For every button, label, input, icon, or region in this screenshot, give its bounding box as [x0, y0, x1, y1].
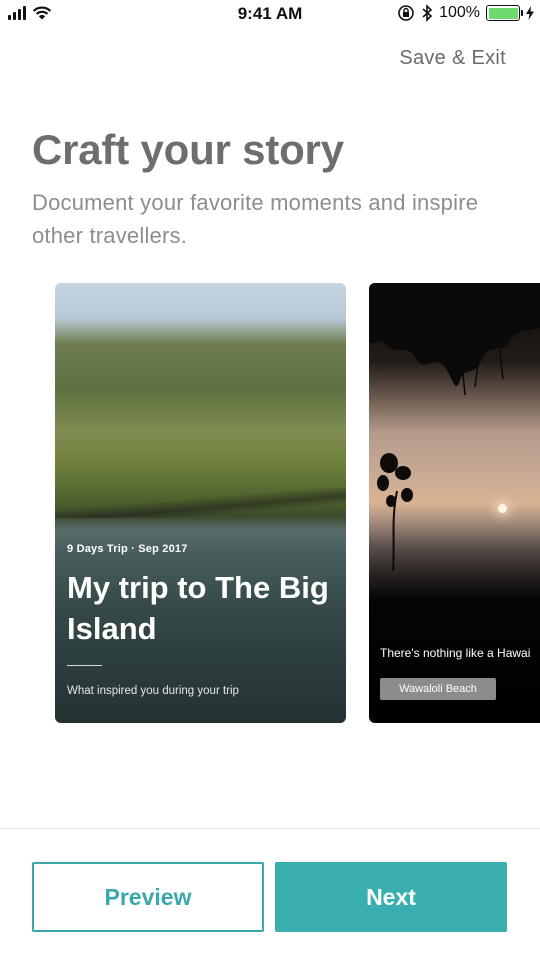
tree-silhouette-image — [369, 283, 540, 396]
card-divider — [67, 665, 102, 666]
battery-fill — [488, 7, 518, 19]
page-subtitle: Document your favorite moments and inspi… — [32, 190, 479, 248]
card-trip-meta: 9 Days Trip · Sep 2017 — [67, 543, 188, 555]
status-right: 100% — [397, 4, 534, 22]
status-bar: 9:41 AM 100% — [0, 0, 540, 28]
story-card-next[interactable]: There's nothing like a Hawai Wawaloli Be… — [369, 283, 540, 723]
save-exit-button[interactable]: Save & Exit — [399, 47, 506, 70]
footer-divider — [0, 828, 540, 829]
location-tag[interactable]: Wawaloli Beach — [380, 678, 496, 700]
card-story-title[interactable]: My trip to The Big Island — [67, 567, 337, 649]
plant-silhouette-image — [377, 453, 413, 571]
battery-percent: 100% — [439, 4, 480, 21]
next-button[interactable]: Next — [275, 862, 507, 932]
battery-icon — [486, 5, 523, 21]
card-caption: There's nothing like a Hawai — [380, 646, 531, 660]
bluetooth-icon — [422, 4, 433, 22]
story-card-cover[interactable]: 9 Days Trip · Sep 2017 My trip to The Bi… — [55, 283, 346, 723]
page-title: Craft your story — [32, 126, 344, 173]
preview-button[interactable]: Preview — [32, 862, 264, 932]
card-description-prompt[interactable]: What inspired you during your trip — [67, 685, 239, 697]
orientation-lock-icon — [398, 5, 414, 21]
charging-bolt-icon — [526, 6, 534, 20]
sun-image — [498, 504, 507, 513]
